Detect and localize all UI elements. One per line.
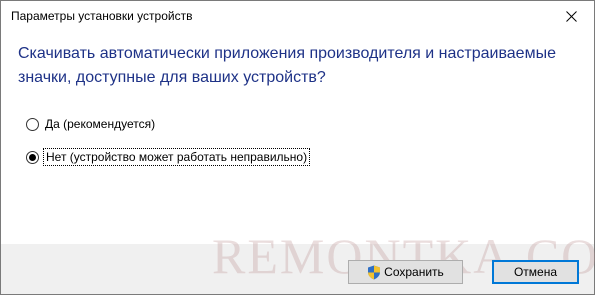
radio-no[interactable] [26, 150, 39, 164]
cancel-button-label: Отмена [513, 265, 558, 279]
radio-yes[interactable] [26, 117, 39, 131]
save-button[interactable]: Сохранить [348, 260, 463, 284]
window-title: Параметры установки устройств [11, 9, 193, 23]
close-icon [565, 11, 577, 22]
option-yes[interactable]: Да (рекомендуется) [26, 114, 157, 134]
cancel-button[interactable]: Отмена [492, 260, 579, 284]
question-text: Скачивать автоматически приложения произ… [18, 45, 556, 86]
title-bar: Параметры установки устройств [1, 1, 594, 32]
close-button[interactable] [548, 1, 594, 32]
option-no[interactable]: Нет (устройство может работать неправиль… [26, 147, 311, 167]
option-no-label[interactable]: Нет (устройство может работать неправиль… [43, 148, 311, 166]
option-yes-label[interactable]: Да (рекомендуется) [43, 116, 157, 132]
dialog-window: Параметры установки устройств Скачивать … [0, 0, 595, 295]
uac-shield-icon [368, 265, 381, 279]
save-button-label: Сохранить [384, 265, 444, 279]
